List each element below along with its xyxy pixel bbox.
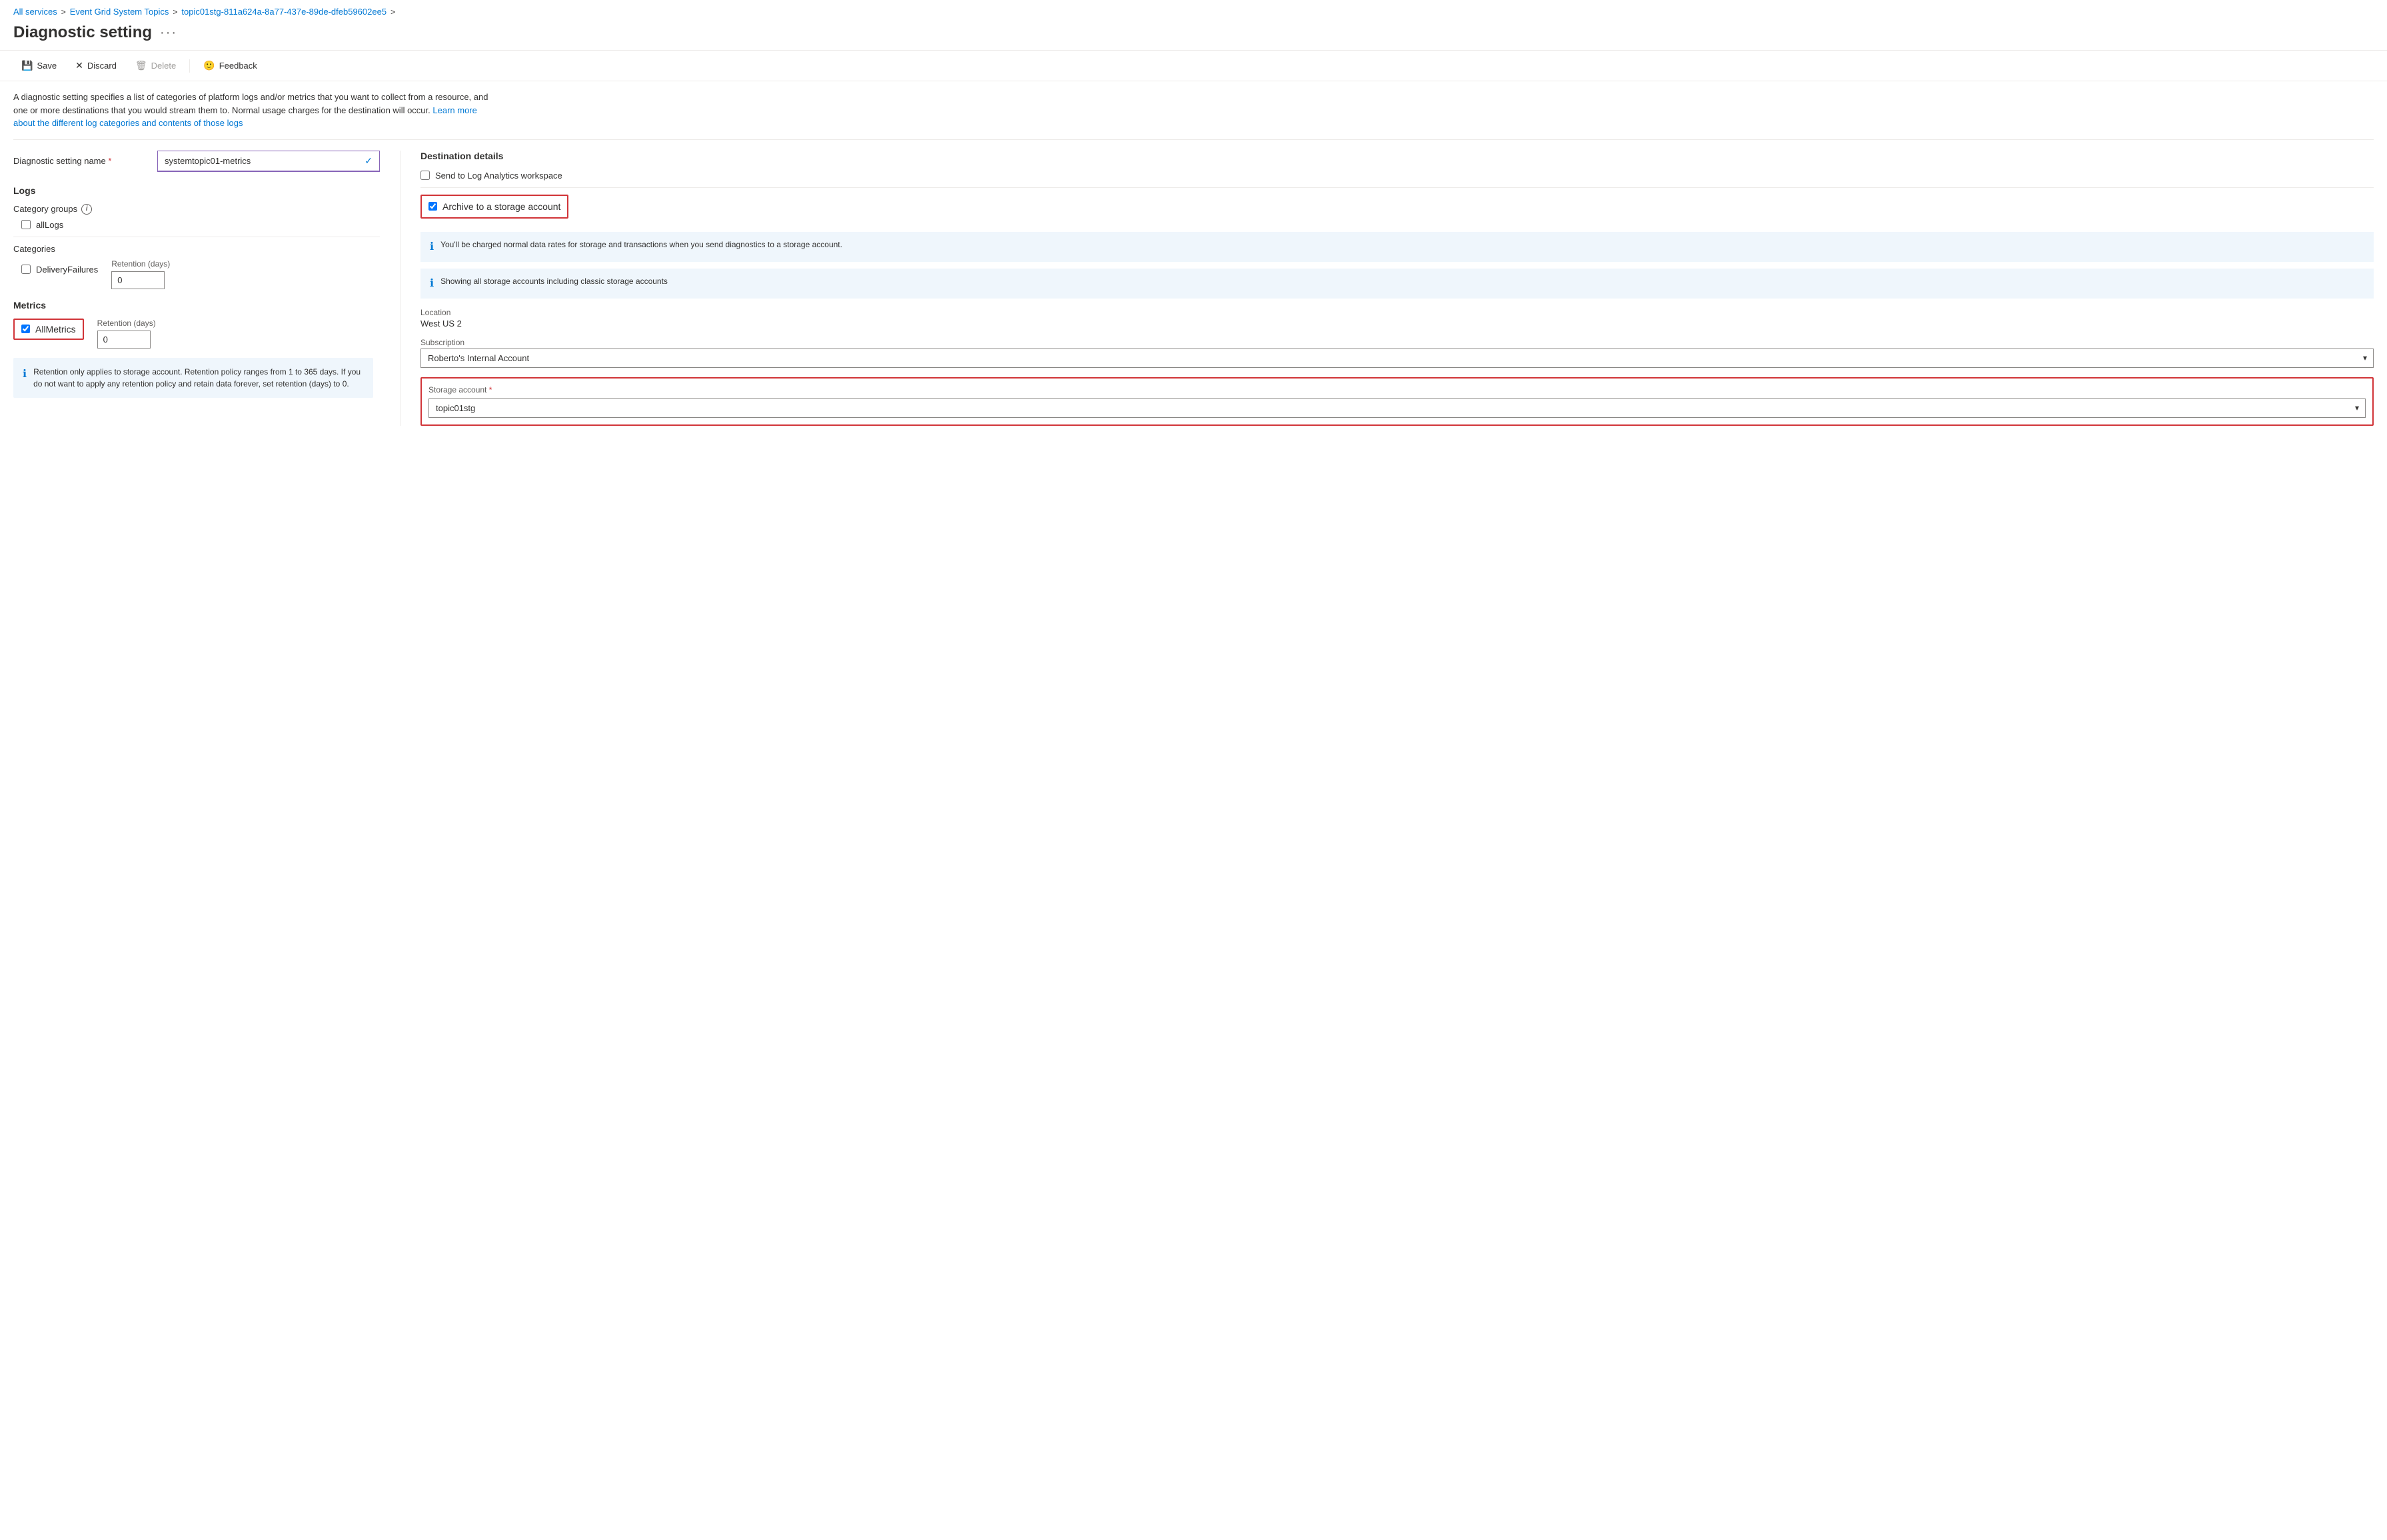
alllogs-checkbox[interactable] [21,220,31,229]
location-value: West US 2 [420,319,2374,329]
breadcrumb-sep3: > [391,7,395,17]
feedback-label: Feedback [219,61,257,71]
archive-checkbox[interactable] [428,202,437,211]
metrics-retention-input[interactable] [97,331,151,349]
info-icon: ℹ [23,367,27,383]
save-icon: 💾 [21,60,33,71]
description: A diagnostic setting specifies a list of… [0,81,506,139]
archive-label: Archive to a storage account [442,201,560,212]
breadcrumb-topic[interactable]: topic01stg-811a624a-8a77-437e-89de-dfeb5… [181,7,387,17]
delete-icon: 🗑 [135,60,147,71]
breadcrumb-event-grid[interactable]: Event Grid System Topics [70,7,169,17]
main-content: Diagnostic setting name * ✓ Logs Categor… [0,140,2387,436]
delete-label: Delete [151,61,177,71]
allmetrics-checkbox[interactable] [21,325,30,333]
diagnostic-name-label: Diagnostic setting name * [13,156,147,166]
logs-section-title: Logs [13,185,380,196]
archive-highlighted-row: Archive to a storage account [420,195,568,219]
subscription-select-container: Roberto's Internal Account ▾ [420,349,2374,368]
breadcrumb-sep1: > [61,7,66,17]
toolbar-separator [189,59,190,73]
destination-title: Destination details [420,151,2374,161]
retention-info-box: ℹ Retention only applies to storage acco… [13,358,373,398]
category-groups-info[interactable]: i [81,204,92,215]
check-icon: ✓ [365,155,373,167]
metrics-section-title: Metrics [13,300,380,311]
delivery-retention-label: Retention (days) [111,259,380,269]
log-analytics-label: Send to Log Analytics workspace [435,171,562,181]
metrics-retention-label: Retention (days) [97,319,380,328]
diagnostic-name-row: Diagnostic setting name * ✓ [13,151,380,172]
location-label: Location [420,308,2374,317]
feedback-icon: 🙂 [203,60,215,71]
breadcrumb-sep2: > [173,7,177,17]
storage-charges-text: You'll be charged normal data rates for … [440,239,842,251]
storage-account-required: * [489,385,492,394]
delivery-retention-input-wrap [111,271,165,289]
storage-account-section: Storage account * topic01stg ▾ [420,377,2374,426]
metrics-retention-container: Retention (days) [97,319,380,349]
discard-label: Discard [87,61,117,71]
delivery-retention-input[interactable] [111,271,165,289]
storage-account-select[interactable]: topic01stg [428,398,2366,418]
retention-info-text: Retention only applies to storage accoun… [33,366,364,390]
delivery-failures-label: DeliveryFailures [36,265,98,275]
storage-account-select-container: topic01stg ▾ [428,398,2366,418]
diagnostic-name-input-container: ✓ [157,151,380,172]
delivery-failures-row: DeliveryFailures Retention (days) [21,259,380,289]
storage-account-label: Storage account * [428,385,2366,394]
log-analytics-row: Send to Log Analytics workspace [420,171,2374,181]
left-panel: Diagnostic setting name * ✓ Logs Categor… [13,151,400,426]
toolbar: 💾 Save ✕ Discard 🗑 Delete 🙂 Feedback [0,50,2387,81]
classic-storage-text: Showing all storage accounts including c… [440,275,668,287]
diagnostic-name-required: * [108,156,111,166]
delete-button[interactable]: 🗑 Delete [127,56,184,75]
description-text: A diagnostic setting specifies a list of… [13,92,488,115]
breadcrumb-all-services[interactable]: All services [13,7,57,17]
info-icon-charges: ℹ [430,239,434,255]
storage-charges-info: ℹ You'll be charged normal data rates fo… [420,232,2374,262]
page-title-container: Diagnostic setting ··· [0,21,2387,50]
classic-storage-info: ℹ Showing all storage accounts including… [420,269,2374,299]
info-icon-classic: ℹ [430,276,434,292]
right-panel: Destination details Send to Log Analytic… [400,151,2374,426]
page-title: Diagnostic setting [13,23,152,42]
allmetrics-highlighted: AllMetrics [13,319,84,340]
dest-divider1 [420,187,2374,188]
allmetrics-row: AllMetrics Retention (days) [13,319,380,349]
subscription-label: Subscription [420,338,2374,347]
log-analytics-checkbox[interactable] [420,171,430,180]
breadcrumb: All services > Event Grid System Topics … [0,0,2387,21]
feedback-button[interactable]: 🙂 Feedback [195,56,265,75]
ellipsis-menu[interactable]: ··· [160,25,177,41]
alllogs-checkbox-row: allLogs [21,220,380,230]
metrics-section: Metrics AllMetrics Retention (days) ℹ Re… [13,300,380,398]
metrics-retention-input-wrap [97,331,151,349]
delivery-failures-checkbox[interactable] [21,265,31,274]
save-label: Save [37,61,57,71]
delivery-retention-container: Retention (days) [111,259,380,289]
categories-label: Categories [13,244,380,254]
category-groups-label: Category groups i [13,204,380,215]
alllogs-label: allLogs [36,220,63,230]
location-section: Location West US 2 [420,308,2374,329]
save-button[interactable]: 💾 Save [13,56,65,75]
allmetrics-label: AllMetrics [35,324,76,335]
discard-icon: ✕ [75,60,83,71]
delivery-failures-checkbox-row: DeliveryFailures [21,259,98,275]
diagnostic-name-field[interactable] [165,156,359,166]
subscription-section: Subscription Roberto's Internal Account … [420,338,2374,368]
discard-button[interactable]: ✕ Discard [67,56,125,75]
subscription-select[interactable]: Roberto's Internal Account [420,349,2374,368]
